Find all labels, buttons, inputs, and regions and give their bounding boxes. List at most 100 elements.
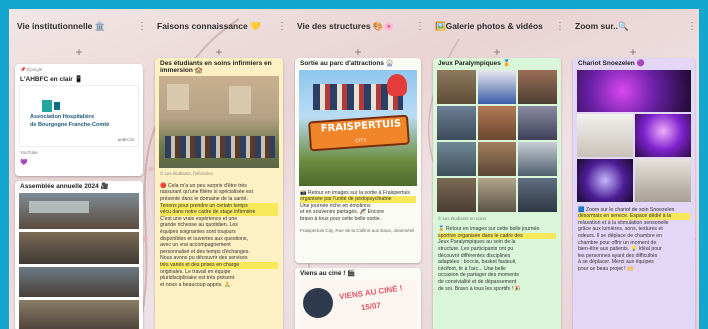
column-vie-des-structures: Vie des structures 🎨🌸 ⋮ + Sortie au parc…: [289, 9, 427, 329]
post-text-line: C'est une vraie expérience et une: [160, 215, 238, 222]
post-card-assemblee[interactable]: Assemblée annuelle 2024 🎥: [15, 181, 143, 329]
more-options-icon[interactable]: ⋮: [555, 21, 565, 32]
post-text-line: bravo à tous pour cette belle sortie.: [300, 215, 382, 222]
gallery-photo[interactable]: [577, 114, 633, 157]
logo-text-line1: Association Hospitalière: [30, 114, 95, 121]
padlet-board: Vie institutionnelle 🏛️ ⋮ + 📌 Épinglé L'…: [9, 9, 699, 329]
column-header: Vie institutionnelle 🏛️ ⋮: [9, 9, 149, 43]
poster-title: VIENS AU CINÉ !: [338, 283, 403, 301]
gallery-photo[interactable]: [437, 141, 476, 176]
video-tag: AHBFC29: [117, 137, 134, 142]
gallery-photo[interactable]: [477, 105, 517, 140]
photo-assembly-2[interactable]: [19, 231, 139, 264]
post-text-line: désormais en service. Espace dédié à la: [578, 213, 690, 220]
column-title: Vie des structures 🎨🌸: [297, 20, 395, 31]
post-card-etudiants[interactable]: Des étudiants en soins infirmiers en imm…: [155, 58, 283, 329]
post-text-line: adaptées : boccia, basket fauteuil,: [438, 259, 517, 266]
window-shape: [167, 84, 189, 111]
post-title: Sortie au parc d'attractions 🎡: [300, 60, 394, 67]
gallery-photo[interactable]: [437, 69, 476, 104]
add-post-button[interactable]: +: [354, 45, 361, 59]
add-post-button[interactable]: +: [75, 45, 82, 59]
post-card-cinema[interactable]: Viens au ciné ! 🎬 VIENS AU CINÉ ! 15/07: [295, 268, 421, 329]
gallery-photo[interactable]: [518, 177, 557, 212]
logo-mark-icon: [54, 102, 60, 111]
post-text-line: les personnes ayant des difficultés: [578, 252, 658, 259]
gallery-photo[interactable]: [477, 177, 517, 212]
gallery-photo[interactable]: [635, 114, 691, 157]
gallery-photo[interactable]: [577, 69, 691, 113]
photo-students[interactable]: [159, 76, 279, 169]
photo-assembly-4[interactable]: [19, 299, 139, 329]
post-text-line: odeurs. Il se déplace de chambre en: [578, 232, 662, 239]
more-options-icon[interactable]: ⋮: [687, 21, 697, 32]
film-reel-icon: [303, 287, 333, 318]
location-caption: Fraispertuis City, Rue de la Colline aux…: [300, 227, 415, 233]
post-text-line: 🔴 Cela m'a un peu surpris d'être très: [160, 182, 247, 189]
post-text-line: Tenons pour prendre un certain temps: [160, 202, 278, 210]
post-body: 🟦 Zoom sur le chariot de soin Snoezelen …: [573, 202, 695, 275]
group-of-people: [165, 136, 275, 159]
post-text-line: de soi. Bravo à tous les sportifs ! 🎉: [438, 285, 521, 292]
post-text-line: et en souvenirs partagés. 🎢 Encore: [300, 209, 385, 216]
add-post-button[interactable]: +: [215, 45, 222, 59]
gallery-photo[interactable]: [518, 69, 557, 104]
post-text-line: avec un vrai accompagnement: [160, 242, 231, 249]
gallery-photo[interactable]: [477, 69, 517, 104]
post-title: Jeux Paralympiques 🏅: [438, 60, 511, 67]
post-text-line: grâce aux lumières, sons, textures et: [578, 226, 663, 233]
post-text-line: relaxation et à la stimulation sensoriel…: [578, 219, 669, 226]
post-text-line: structure. Les participants ont pu: [438, 245, 514, 252]
column-header: Zoom sur..🔍 ⋮: [567, 9, 699, 43]
post-body: 📸 Retour en images sur la sortie à Frais…: [295, 186, 421, 225]
post-body: 🔴 Cela m'a un peu surpris d'être très ra…: [155, 181, 283, 291]
poster-cinema[interactable]: VIENS AU CINÉ ! 15/07: [299, 279, 417, 329]
post-card-jeux-paralympiques[interactable]: Jeux Paralympiques 🏅 © Les étudiants en …: [433, 58, 561, 329]
reaction-heart-icon[interactable]: 💜: [15, 157, 143, 170]
column-header: Vie des structures 🎨🌸 ⋮: [289, 9, 427, 43]
post-card-ahbfc[interactable]: 📌 Épinglé L'AHBFC en clair 📱 Association…: [15, 64, 143, 176]
post-text-line: occasion de partager des moments: [438, 272, 520, 279]
gallery-photo[interactable]: [518, 105, 557, 140]
gallery-photo[interactable]: [635, 158, 691, 202]
add-post-button[interactable]: +: [629, 45, 636, 59]
photo-assembly-1[interactable]: [19, 192, 139, 229]
photo-gallery-grid: [577, 69, 691, 202]
post-body: 🏅 Retour en images sur cette belle journ…: [433, 224, 561, 294]
post-text-line: à se déplacer. Merci aux équipes: [578, 259, 654, 266]
column-title: Faisons connaissance 💛: [157, 20, 261, 31]
column-header: 🖼️Galerie photos & vidéos ⋮: [427, 9, 567, 43]
post-text-line: rassurant qu'une filière si spécialisée …: [160, 189, 253, 196]
gallery-photo[interactable]: [437, 177, 476, 212]
post-text-line: grande richesse au quotidien. Les: [160, 222, 238, 229]
post-text-line: très variés et des prises en charge: [160, 261, 278, 269]
post-text-line: vécu dans notre cadre de stage infirmièr…: [160, 209, 278, 216]
post-card-chariot-snoezelen[interactable]: Chariot Snoezelen 🟣 🟦 Zoom sur le chario…: [573, 58, 695, 329]
post-text-line: présente dans le domaine de la santé.: [160, 195, 248, 202]
more-options-icon[interactable]: ⋮: [137, 21, 147, 32]
column-galerie-photos: 🖼️Galerie photos & vidéos ⋮ + Jeux Paral…: [427, 9, 567, 329]
post-text-line: Jeux Paralympiques au sein de la: [438, 239, 516, 246]
post-text-line: cécifoot, tir à l'arc... Une belle: [438, 265, 506, 272]
post-text-line: sportive organisée dans le cadre des: [438, 232, 556, 240]
post-text-line: de convivialité et de dépassement: [438, 278, 517, 285]
video-thumbnail[interactable]: Association Hospitalière de Bourgogne Fr…: [19, 85, 139, 148]
gallery-photo[interactable]: [518, 141, 557, 176]
post-title: L'AHBFC en clair 📱: [20, 75, 83, 83]
pinned-label: 📌 Épinglé: [20, 67, 43, 72]
gallery-photo[interactable]: [437, 105, 476, 140]
post-text-line: disponibles et ouvertes aux questions,: [160, 235, 248, 242]
gallery-photo[interactable]: [477, 141, 517, 176]
more-options-icon[interactable]: ⋮: [415, 21, 425, 32]
column-vie-institutionnelle: Vie institutionnelle 🏛️ ⋮ + 📌 Épinglé L'…: [9, 9, 149, 329]
post-text-line: découvrir différentes disciplines: [438, 252, 511, 259]
photo-park[interactable]: FRAISPERTUIS CITY: [299, 69, 417, 186]
more-options-icon[interactable]: ⋮: [277, 21, 287, 32]
photo-assembly-3[interactable]: [19, 266, 139, 297]
gallery-photo[interactable]: [577, 158, 633, 202]
post-card-parc-attractions[interactable]: Sortie au parc d'attractions 🎡 FRAISPERT…: [295, 58, 421, 263]
post-title: Chariot Snoezelen 🟣: [578, 60, 645, 67]
add-post-button[interactable]: +: [493, 45, 500, 59]
column-header: Faisons connaissance 💛 ⋮: [149, 9, 289, 43]
window-shape: [229, 86, 251, 115]
